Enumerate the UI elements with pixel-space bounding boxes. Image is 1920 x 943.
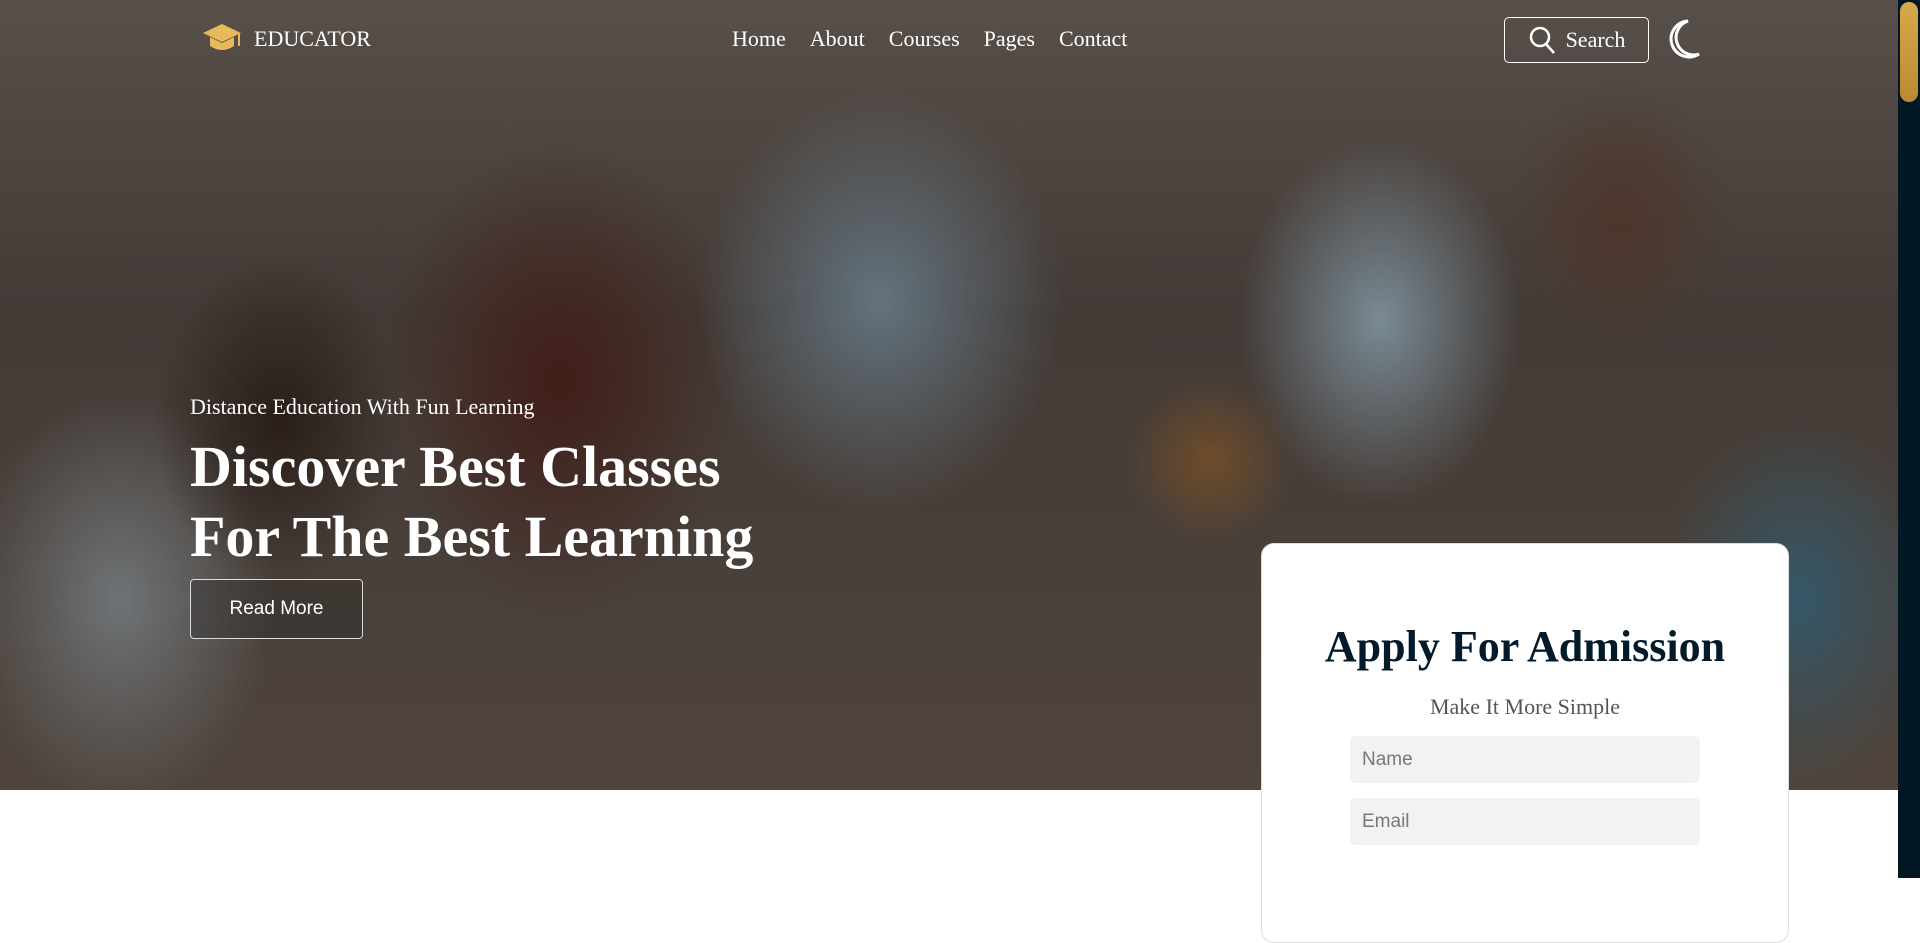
email-input[interactable]	[1350, 798, 1700, 845]
search-label: Search	[1565, 27, 1626, 52]
nav-home[interactable]: Home	[732, 26, 786, 52]
hero-title-line: For The Best Learning	[190, 504, 754, 569]
hero-title-line: Discover Best Classes	[190, 434, 721, 499]
hero-title: Discover Best Classes For The Best Learn…	[190, 432, 753, 572]
dark-mode-toggle[interactable]	[1666, 18, 1702, 65]
logo-text: EDUCATOR	[254, 26, 371, 51]
admission-subtitle: Make It More Simple	[1429, 694, 1621, 719]
admission-title: Apply For Admission	[1324, 622, 1726, 671]
main-nav: Home About Courses Pages Contact	[732, 26, 1127, 52]
nav-courses[interactable]: Courses	[889, 26, 960, 52]
name-input[interactable]	[1350, 736, 1700, 783]
admission-card: Apply For Admission Make It More Simple	[1261, 543, 1789, 943]
logo[interactable]: EDUCATOR	[202, 22, 371, 56]
read-more-button[interactable]: Read More	[190, 579, 363, 639]
hero-subtitle: Distance Education With Fun Learning	[190, 394, 535, 419]
scrollbar-thumb[interactable]	[1900, 2, 1918, 102]
nav-about[interactable]: About	[810, 26, 865, 52]
search-button[interactable]: Search	[1504, 17, 1649, 63]
search-icon	[1529, 26, 1555, 54]
scrollbar-track[interactable]	[1898, 0, 1920, 878]
nav-pages[interactable]: Pages	[984, 26, 1035, 52]
moon-icon	[1669, 19, 1700, 59]
nav-contact[interactable]: Contact	[1059, 26, 1127, 52]
graduation-cap-icon	[203, 24, 241, 50]
